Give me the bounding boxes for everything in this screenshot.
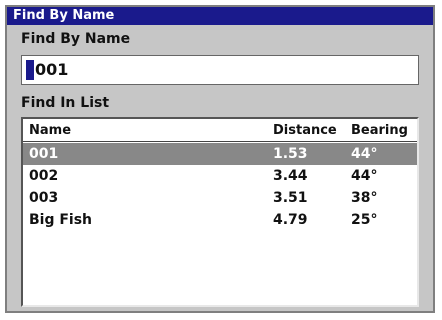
list-row[interactable]: 002 3.44 44°	[23, 165, 417, 187]
row-bearing: 25°	[351, 212, 378, 228]
row-bearing: 44°	[351, 168, 378, 184]
row-distance: 3.51	[273, 190, 308, 206]
list-row[interactable]: Big Fish 4.79 25°	[23, 209, 417, 231]
list-row[interactable]: 003 3.51 38°	[23, 187, 417, 209]
row-bearing: 44°	[351, 146, 378, 162]
row-distance: 1.53	[273, 146, 308, 162]
results-list[interactable]: Name Distance Bearing 001 1.53 44° 002 3…	[21, 117, 419, 307]
row-name: 002	[29, 168, 59, 184]
column-header-name[interactable]: Name	[29, 123, 71, 138]
row-name: 001	[29, 146, 59, 162]
row-bearing: 38°	[351, 190, 378, 206]
row-distance: 3.44	[273, 168, 308, 184]
list-row-selected[interactable]: 001 1.53 44°	[23, 143, 417, 165]
window-title: Find By Name	[7, 7, 433, 25]
column-header-distance[interactable]: Distance	[273, 123, 337, 138]
row-name: Big Fish	[29, 212, 93, 228]
find-by-name-dialog: Find By Name Find By Name 001 Find In Li…	[5, 5, 435, 313]
list-header: Name Distance Bearing	[23, 119, 417, 142]
find-in-list-label: Find In List	[21, 95, 110, 111]
text-cursor	[26, 60, 34, 80]
row-name: 003	[29, 190, 59, 206]
row-distance: 4.79	[273, 212, 308, 228]
name-search-value: 001	[35, 60, 69, 79]
name-search-input[interactable]: 001	[21, 55, 419, 85]
column-header-bearing[interactable]: Bearing	[351, 123, 408, 138]
find-by-name-label: Find By Name	[21, 31, 131, 47]
